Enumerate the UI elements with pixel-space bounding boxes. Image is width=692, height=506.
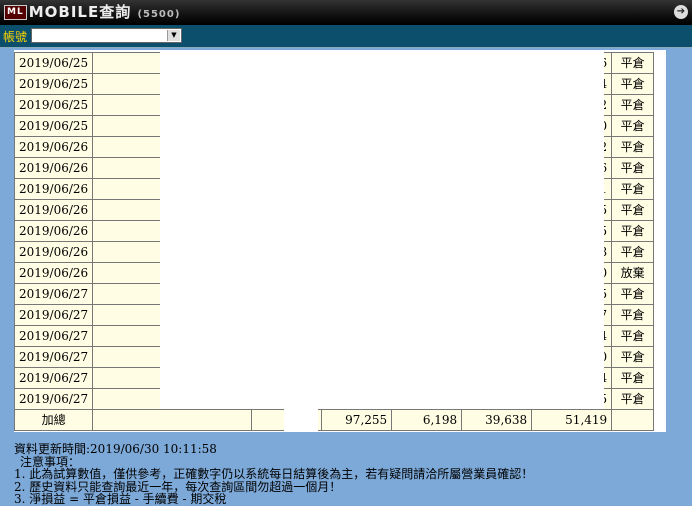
row-type: 平倉: [611, 94, 655, 116]
totals-v2: 6,198: [391, 409, 463, 431]
row-date: 2019/06/25: [14, 115, 94, 137]
row-type: 平倉: [611, 52, 655, 74]
app-logo: ML MOBILE查詢 (5500): [4, 3, 180, 22]
row-date: 2019/06/25: [14, 73, 94, 95]
totals-v4: 51,419: [531, 409, 613, 431]
row-date: 2019/06/25: [14, 52, 94, 74]
row-date: 2019/06/26: [14, 157, 94, 179]
row-type: 平倉: [611, 367, 655, 389]
row-type: 平倉: [611, 178, 655, 200]
row-type: 平倉: [611, 73, 655, 95]
row-type: 平倉: [611, 220, 655, 242]
redaction-block: [160, 50, 604, 409]
account-bar: 帳號 ▼: [0, 25, 692, 48]
update-time: 資料更新時間:2019/06/30 10:11:58: [14, 442, 217, 456]
totals-row: 加總 97,255 6,198 39,638 51,419: [14, 409, 655, 431]
row-date: 2019/06/27: [14, 346, 94, 368]
account-select[interactable]: ▼: [31, 28, 182, 43]
row-type: 平倉: [611, 136, 655, 158]
row-type: 平倉: [611, 241, 655, 263]
row-type: 平倉: [611, 157, 655, 179]
row-date: 2019/06/25: [14, 94, 94, 116]
exit-icon[interactable]: ➔: [674, 5, 688, 19]
row-date: 2019/06/26: [14, 220, 94, 242]
row-type: 放棄: [611, 262, 655, 284]
row-type: 平倉: [611, 304, 655, 326]
logo-subtext: (5500): [137, 9, 181, 20]
row-type: 平倉: [611, 346, 655, 368]
totals-v1: 97,255: [321, 409, 393, 431]
row-date: 2019/06/27: [14, 304, 94, 326]
row-type: 平倉: [611, 199, 655, 221]
row-date: 2019/06/26: [14, 136, 94, 158]
totals-v3: 39,638: [461, 409, 533, 431]
row-date: 2019/06/27: [14, 283, 94, 305]
account-label: 帳號: [3, 30, 28, 44]
note-item: 3. 淨損益 = 平倉損益 - 手續費 - 期交稅: [14, 492, 227, 506]
row-date: 2019/06/27: [14, 325, 94, 347]
row-date: 2019/06/27: [14, 388, 94, 410]
totals-type: [611, 409, 655, 431]
row-date: 2019/06/26: [14, 262, 94, 284]
redaction-block-small: [284, 409, 318, 432]
row-date: 2019/06/26: [14, 178, 94, 200]
totals-blank: [92, 409, 253, 431]
row-type: 平倉: [611, 325, 655, 347]
logo-badge: ML: [4, 5, 27, 20]
row-date: 2019/06/26: [14, 199, 94, 221]
row-type: 平倉: [611, 283, 655, 305]
row-type: 平倉: [611, 115, 655, 137]
totals-label: 加總: [14, 409, 94, 431]
logo-text: MOBILE查詢: [28, 3, 132, 21]
results-table-container[interactable]: 2019/06/25臺權W4286平倉2019/06/25臺權W4064平倉20…: [14, 50, 666, 432]
chevron-down-icon[interactable]: ▼: [167, 30, 180, 41]
notes-section: 資料更新時間:2019/06/30 10:11:58 注意事項： 1. 此為試算…: [14, 443, 684, 506]
row-date: 2019/06/26: [14, 241, 94, 263]
note-item: 1. 此為試算數值，僅供參考，正確數字仍以系統每日結算後為主，若有疑問請洽所屬營…: [14, 467, 534, 481]
title-bar: ML MOBILE查詢 (5500) ➔: [0, 0, 692, 25]
row-type: 平倉: [611, 388, 655, 410]
row-date: 2019/06/27: [14, 367, 94, 389]
